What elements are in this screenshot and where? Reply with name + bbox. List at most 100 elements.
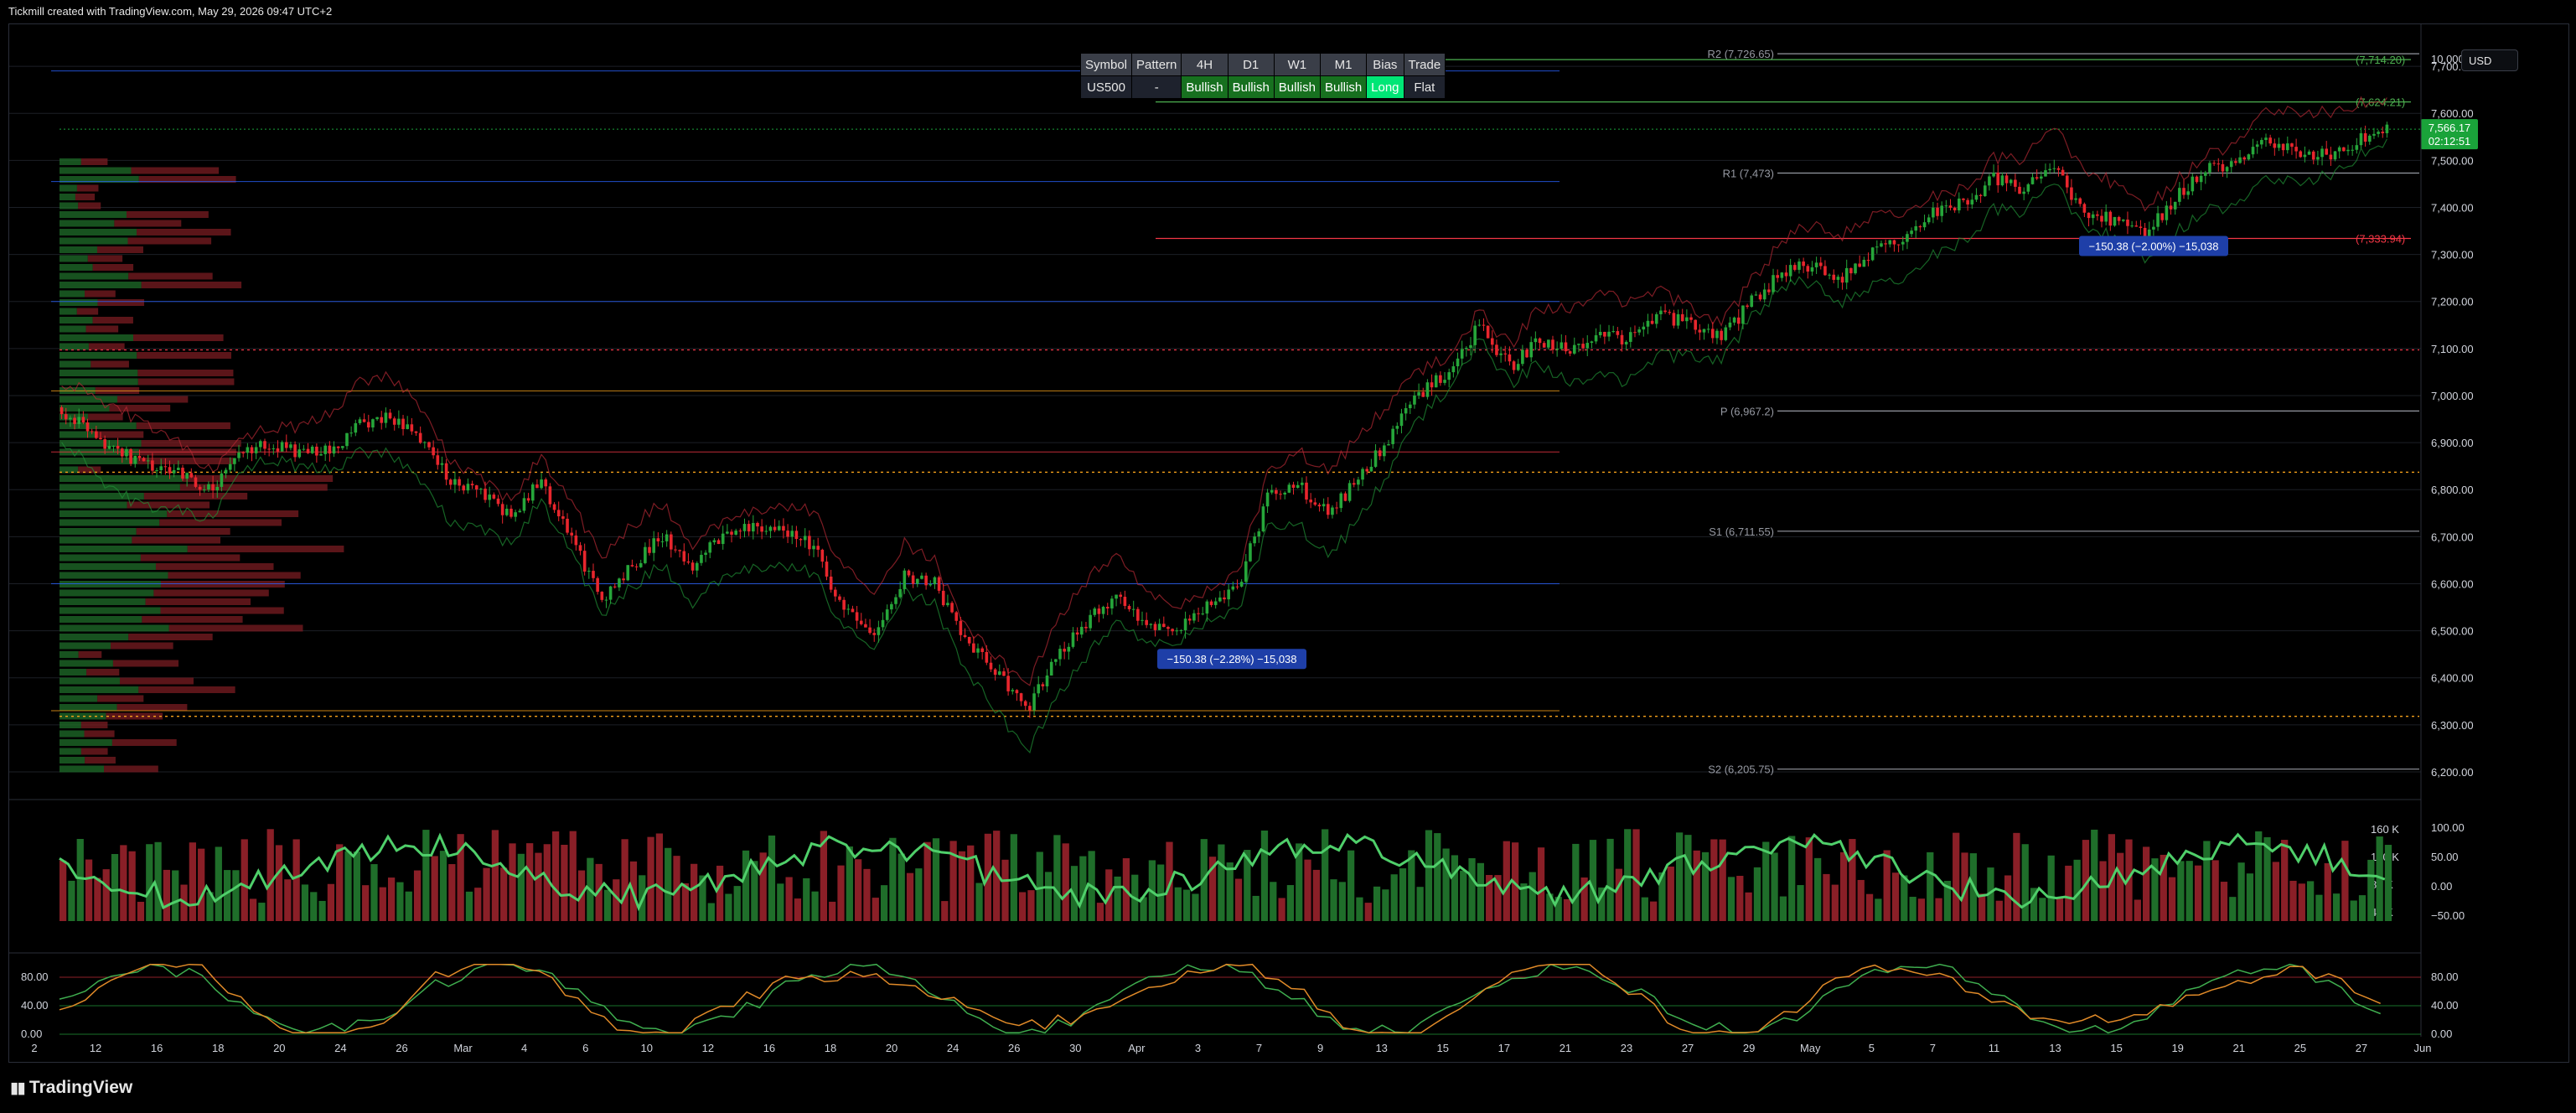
x-tick-label: 20	[886, 1042, 897, 1054]
volume-bar	[249, 898, 257, 921]
candle-body	[1564, 342, 1568, 352]
volume-profile-bar	[127, 501, 210, 509]
candle-body	[1741, 305, 1745, 324]
candle-body	[85, 422, 90, 432]
price-chart[interactable]: R2 (7,726.65) R1 (7,473) P (6,967.2) S1 (6,…	[9, 24, 2568, 1062]
volume-bar	[284, 879, 292, 921]
volume-profile-bar	[59, 695, 98, 702]
volume-bar	[1278, 898, 1285, 921]
signal-header-4h: 4H	[1181, 53, 1229, 76]
candle-body	[1896, 244, 1901, 246]
candle-body	[911, 575, 915, 584]
volume-profile-bar	[88, 413, 123, 421]
candle-body	[1607, 331, 1611, 337]
volume-bar	[1399, 868, 1407, 921]
volume-bar	[154, 841, 162, 921]
volume-profile-bar	[143, 493, 248, 500]
volume-profile-bar	[87, 255, 123, 262]
candle-body	[803, 536, 807, 541]
candle-body	[768, 526, 773, 531]
volume-bar	[2168, 877, 2176, 921]
candle-body	[2165, 205, 2169, 220]
candle-body	[1767, 289, 1771, 292]
candle-body	[1054, 659, 1058, 662]
candle-body	[99, 437, 102, 440]
candle-body	[1814, 262, 1818, 267]
candle-body	[1568, 351, 1572, 354]
candle-body	[2070, 187, 2073, 200]
volume-profile-bar	[137, 370, 234, 376]
volume-bar	[1460, 870, 1467, 921]
candle-body	[2186, 191, 2190, 195]
candle-body	[73, 417, 76, 424]
candle-body	[1503, 353, 1508, 355]
candle-body	[1849, 267, 1853, 274]
volume-bar	[742, 850, 750, 921]
volume-bar	[1192, 893, 1199, 921]
candle-body	[1153, 624, 1157, 630]
tradingview-logo[interactable]: ▮▮ TradingView	[10, 1078, 132, 1098]
volume-bar	[811, 891, 819, 921]
currency-selector[interactable]: USD	[2461, 49, 2518, 71]
candle-body	[1854, 263, 1857, 274]
candle-body	[993, 669, 997, 676]
candle-body	[1685, 317, 1689, 322]
candle-body	[1425, 382, 1430, 397]
volume-bar	[1805, 837, 1813, 921]
volume-bar	[2039, 898, 2046, 921]
volume-profile-bar	[132, 536, 221, 544]
volume-profile-bar	[59, 255, 88, 262]
volume-profile-bar	[168, 572, 301, 579]
volume-profile-bar	[59, 290, 85, 298]
candle-body	[362, 419, 366, 422]
volume-bar	[344, 851, 352, 921]
candle-body	[263, 441, 266, 449]
candle-body	[1508, 354, 1512, 362]
volume-bar	[1883, 850, 1891, 921]
volume-bar	[1010, 834, 1017, 921]
candle-body	[1301, 482, 1304, 485]
stoch-tick-left: 80.00	[21, 971, 49, 983]
volume-bar	[1503, 841, 1510, 921]
volume-profile-bar	[59, 167, 132, 174]
candle-body	[1525, 349, 1529, 358]
candle-body	[1590, 341, 1594, 344]
volume-bar	[2143, 846, 2150, 921]
volume-profile-bar	[59, 360, 91, 368]
candle-body	[829, 576, 833, 590]
volume-profile-bar	[127, 237, 212, 245]
candle-body	[1326, 504, 1330, 515]
candle-body	[254, 447, 258, 453]
volume-bar	[915, 868, 923, 921]
candle-body	[59, 406, 64, 415]
volume-profile-bar	[59, 739, 112, 746]
chart-panel[interactable]: R2 (7,726.65) R1 (7,473) P (6,967.2) S1 (6,…	[8, 23, 2569, 1063]
candle-body	[1499, 353, 1503, 355]
volume-bar	[1183, 889, 1191, 921]
attribution-bar: Tickmill created with TradingView.com, M…	[0, 0, 2576, 23]
candle-body	[1430, 382, 1434, 388]
volume-profile-bar	[59, 237, 128, 245]
candle-body	[1183, 619, 1187, 630]
oscillator-tick-label: 50.00	[2431, 851, 2459, 863]
x-tick-label: 11	[1989, 1042, 2000, 1054]
candle-body	[587, 571, 591, 572]
volume-bar	[215, 846, 222, 921]
volume-profile-bar	[85, 325, 119, 333]
candle-body	[859, 620, 863, 624]
candle-body	[341, 446, 344, 448]
candle-body	[1547, 339, 1550, 348]
volume-bar	[68, 880, 75, 921]
volume-profile-bar	[59, 475, 183, 482]
candle-body	[695, 562, 699, 571]
candle-body	[1932, 207, 1935, 218]
volume-bar	[310, 892, 318, 921]
candle-body	[116, 445, 120, 449]
pivot-label: R2 (7,726.65)	[1708, 48, 1775, 60]
volume-bar	[707, 903, 715, 921]
candle-body	[2040, 176, 2043, 179]
volume-bar	[517, 853, 525, 921]
candle-body	[1399, 413, 1404, 427]
volume-bar	[2185, 861, 2193, 921]
volume-profile-bar	[137, 352, 231, 359]
